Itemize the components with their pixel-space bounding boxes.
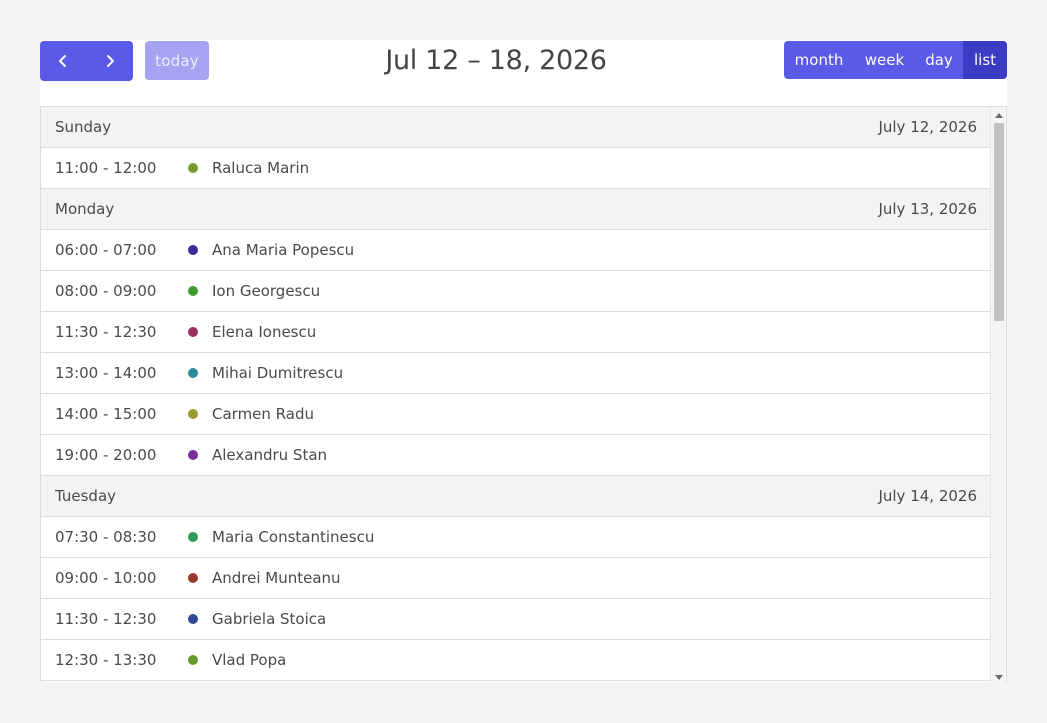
event-title[interactable]: Ion Georgescu — [212, 282, 320, 300]
event-title[interactable]: Gabriela Stoica — [212, 610, 326, 628]
view-month-button[interactable]: month — [784, 41, 854, 79]
event-title[interactable]: Alexandru Stan — [212, 446, 327, 464]
day-header-name: Monday — [55, 200, 115, 218]
event-row[interactable]: 08:00 - 09:00 Ion Georgescu — [41, 271, 991, 312]
view-week-button[interactable]: week — [854, 41, 915, 79]
event-dot-icon — [188, 409, 198, 419]
event-dot-icon — [188, 286, 198, 296]
event-time: 11:00 - 12:00 — [55, 159, 157, 177]
day-header: Sunday July 12, 2026 — [41, 107, 991, 148]
scrollbar-thumb[interactable] — [994, 123, 1004, 321]
today-button[interactable]: today — [145, 41, 209, 80]
event-title[interactable]: Mihai Dumitrescu — [212, 364, 343, 382]
event-time: 11:30 - 12:30 — [55, 610, 157, 628]
event-row[interactable]: 11:30 - 12:30 Elena Ionescu — [41, 312, 991, 353]
event-row[interactable]: 07:30 - 08:30 Maria Constantinescu — [41, 517, 991, 558]
event-row[interactable]: 11:00 - 12:00 Raluca Marin — [41, 148, 991, 189]
scroll-up-arrow-icon[interactable] — [995, 113, 1003, 118]
event-dot-icon — [188, 614, 198, 624]
nav-button-group — [40, 41, 133, 81]
day-header-date[interactable]: July 12, 2026 — [878, 118, 977, 136]
event-time: 14:00 - 15:00 — [55, 405, 157, 423]
event-row[interactable]: 12:30 - 13:30 Vlad Popa — [41, 640, 991, 681]
view-day-button[interactable]: day — [915, 41, 963, 79]
calendar: today Jul 12 – 18, 2026 month week day l… — [40, 40, 1007, 682]
event-dot-icon — [188, 327, 198, 337]
event-dot-icon — [188, 573, 198, 583]
event-dot-icon — [188, 655, 198, 665]
event-row[interactable]: 11:30 - 12:30 Gabriela Stoica — [41, 599, 991, 640]
day-header: Tuesday July 14, 2026 — [41, 476, 991, 517]
day-header-name: Tuesday — [55, 487, 117, 505]
event-time: 12:30 - 13:30 — [55, 651, 157, 669]
view-switcher: month week day list — [784, 41, 1007, 79]
day-header-date[interactable]: July 14, 2026 — [878, 487, 977, 505]
next-button[interactable] — [87, 41, 134, 81]
event-title[interactable]: Maria Constantinescu — [212, 528, 374, 546]
event-row[interactable]: 09:00 - 10:00 Andrei Munteanu — [41, 558, 991, 599]
event-row[interactable]: 19:00 - 20:00 Alexandru Stan — [41, 435, 991, 476]
event-time: 08:00 - 09:00 — [55, 282, 157, 300]
scrollbar[interactable] — [990, 107, 1006, 682]
day-header: Monday July 13, 2026 — [41, 189, 991, 230]
event-title[interactable]: Ana Maria Popescu — [212, 241, 354, 259]
event-time: 07:30 - 08:30 — [55, 528, 157, 546]
event-title[interactable]: Carmen Radu — [212, 405, 314, 423]
day-header-name: Sunday — [55, 118, 112, 136]
event-dot-icon — [188, 163, 198, 173]
prev-button[interactable] — [40, 41, 87, 81]
chevron-right-icon — [106, 55, 114, 67]
calendar-title: Jul 12 – 18, 2026 — [385, 44, 607, 76]
event-row[interactable]: 14:00 - 15:00 Carmen Radu — [41, 394, 991, 435]
event-time: 06:00 - 07:00 — [55, 241, 157, 259]
event-dot-icon — [188, 450, 198, 460]
event-title[interactable]: Raluca Marin — [212, 159, 309, 177]
event-title[interactable]: Vlad Popa — [212, 651, 286, 669]
chevron-left-icon — [59, 55, 67, 67]
calendar-toolbar: today Jul 12 – 18, 2026 month week day l… — [40, 40, 1007, 81]
day-header-date[interactable]: July 13, 2026 — [878, 200, 977, 218]
event-list: Sunday July 12, 2026 11:00 - 12:00 Raluca M… — [41, 107, 991, 681]
event-dot-icon — [188, 532, 198, 542]
event-row[interactable]: 13:00 - 14:00 Mihai Dumitrescu — [41, 353, 991, 394]
event-dot-icon — [188, 368, 198, 378]
view-list-button[interactable]: list — [963, 41, 1007, 79]
event-time: 11:30 - 12:30 — [55, 323, 157, 341]
event-time: 09:00 - 10:00 — [55, 569, 157, 587]
event-time: 19:00 - 20:00 — [55, 446, 157, 464]
event-title[interactable]: Elena Ionescu — [212, 323, 316, 341]
event-time: 13:00 - 14:00 — [55, 364, 157, 382]
event-dot-icon — [188, 245, 198, 255]
event-row[interactable]: 06:00 - 07:00 Ana Maria Popescu — [41, 230, 991, 271]
event-title[interactable]: Andrei Munteanu — [212, 569, 341, 587]
list-view: Sunday July 12, 2026 11:00 - 12:00 Raluca M… — [40, 106, 1007, 682]
scroll-down-arrow-icon[interactable] — [995, 675, 1003, 680]
